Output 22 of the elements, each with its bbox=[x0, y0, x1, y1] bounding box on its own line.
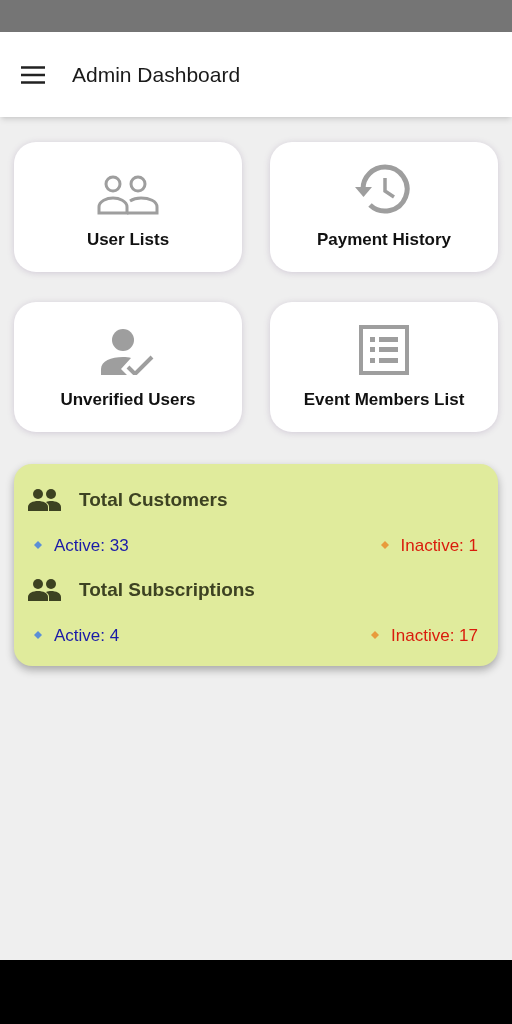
diamond-icon bbox=[34, 631, 42, 640]
active-count: Active: 4 bbox=[54, 624, 120, 647]
people-outline-icon bbox=[97, 174, 159, 215]
diamond-icon bbox=[380, 541, 389, 550]
history-icon bbox=[355, 162, 413, 215]
app-title: Admin Dashboard bbox=[72, 61, 241, 88]
diamond-icon bbox=[34, 541, 42, 550]
person-check-icon bbox=[101, 328, 155, 375]
dashboard-tile[interactable]: Payment History bbox=[270, 142, 498, 272]
stat-title: Total Customers bbox=[79, 488, 228, 512]
list-icon bbox=[359, 324, 409, 375]
menu-icon[interactable] bbox=[21, 65, 45, 84]
dashboard-tile[interactable]: Unverified Users bbox=[14, 302, 242, 432]
active-count: Active: 33 bbox=[54, 534, 129, 557]
stat-title: Total Subscriptions bbox=[79, 578, 255, 602]
people-icon bbox=[28, 579, 61, 602]
inactive-count: Inactive: 1 bbox=[400, 534, 478, 557]
dashboard-tile[interactable]: Event Members List bbox=[270, 302, 498, 432]
people-icon bbox=[28, 489, 61, 512]
dashboard-tile[interactable]: User Lists bbox=[14, 142, 242, 272]
inactive-count: Inactive: 17 bbox=[391, 624, 478, 647]
diamond-icon bbox=[371, 631, 380, 640]
